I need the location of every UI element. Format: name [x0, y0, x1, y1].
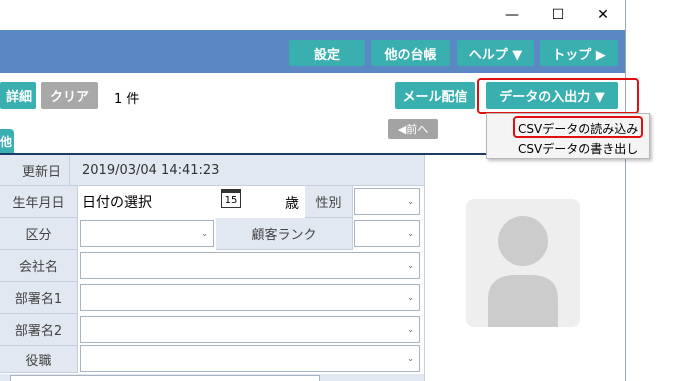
chevron-down-icon: ⌄	[407, 228, 414, 238]
category-select[interactable]: ⌄	[80, 220, 214, 247]
updated-label: 更新日	[0, 155, 70, 186]
data-io-highlight	[477, 78, 639, 114]
age-unit: 歳	[285, 196, 299, 212]
window-border	[625, 0, 626, 381]
position-select[interactable]: ⌄	[80, 345, 420, 372]
birthday-value: 日付の選択	[82, 195, 152, 211]
avatar[interactable]	[466, 199, 580, 327]
top-button[interactable]: トップ ▶	[540, 40, 618, 66]
gender-label: 性別	[305, 186, 353, 218]
birthday-label: 生年月日	[0, 186, 78, 218]
detail-button[interactable]: 詳細	[0, 82, 36, 109]
chevron-down-icon: ⌄	[407, 196, 414, 206]
clear-button[interactable]: クリア	[41, 82, 98, 109]
tab-other[interactable]: 他	[0, 129, 14, 154]
help-button[interactable]: ヘルプ ▼	[457, 40, 534, 66]
updated-value: 2019/03/04 14:41:23	[82, 163, 220, 178]
rank-select[interactable]: ⌄	[354, 220, 420, 247]
calendar-day: 15	[224, 194, 238, 206]
position-label: 役職	[0, 346, 78, 373]
dept2-label: 部署名2	[0, 314, 78, 346]
dept1-select[interactable]: ⌄	[80, 284, 420, 311]
next-field-partial[interactable]	[10, 375, 320, 381]
chevron-down-icon: ⌄	[407, 353, 414, 363]
gender-select[interactable]: ⌄	[354, 188, 420, 215]
company-select[interactable]: ⌄	[80, 252, 420, 279]
minimize-icon[interactable]: —	[489, 0, 535, 30]
birthday-field[interactable]: 日付の選択	[79, 188, 301, 216]
chevron-down-icon: ⌄	[201, 228, 208, 238]
chevron-down-icon: ⌄	[407, 260, 414, 270]
rank-label: 顧客ランク	[216, 218, 353, 250]
chevron-down-icon: ⌄	[407, 292, 414, 302]
result-count: 1 件	[114, 92, 140, 107]
calendar-icon[interactable]: 15	[221, 189, 241, 208]
menu-item-csv-export[interactable]: CSVデータの書き出し	[518, 140, 638, 157]
dept2-select[interactable]: ⌄	[80, 316, 420, 343]
chevron-down-icon: ⌄	[407, 324, 414, 334]
close-icon[interactable]: ✕	[580, 0, 626, 30]
other-ledger-button[interactable]: 他の台帳	[371, 40, 450, 66]
dept1-label: 部署名1	[0, 282, 78, 314]
mail-button[interactable]: メール配信	[395, 82, 475, 109]
maximize-icon[interactable]: ☐	[535, 0, 581, 30]
person-placeholder-icon	[488, 216, 558, 327]
category-label: 区分	[0, 218, 78, 250]
company-label: 会社名	[0, 250, 78, 282]
settings-button[interactable]: 設定	[289, 40, 365, 66]
prev-button[interactable]: ◀前へ	[388, 119, 438, 139]
csv-import-highlight	[513, 116, 643, 138]
desktop-background	[626, 0, 682, 381]
